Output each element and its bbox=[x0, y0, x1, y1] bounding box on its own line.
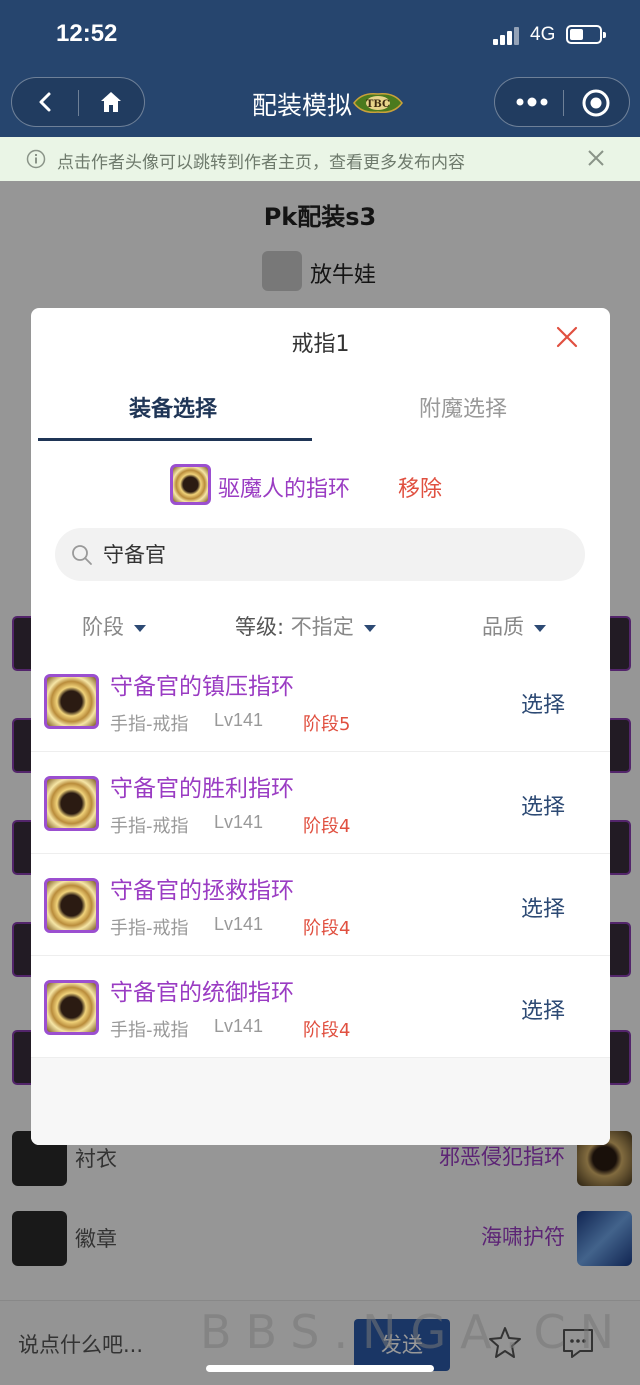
ring-icon bbox=[170, 464, 211, 505]
item-slot: 手指-戒指 bbox=[110, 816, 189, 837]
item-level: Lv141 bbox=[214, 914, 264, 934]
search-icon bbox=[72, 545, 92, 565]
list-item[interactable]: 守备官的拯救指环 手指-戒指 Lv141 阶段4 选择 bbox=[31, 854, 610, 956]
game-logo-icon: TBC bbox=[353, 92, 403, 114]
search-input[interactable] bbox=[103, 540, 563, 568]
item-level: Lv141 bbox=[214, 710, 264, 730]
level-filter-label: 等级: bbox=[235, 615, 285, 639]
home-indicator bbox=[206, 1365, 434, 1372]
item-name: 守备官的镇压指环 bbox=[110, 674, 294, 700]
nav-right-capsule bbox=[494, 77, 630, 127]
equip-select-modal: 戒指1 装备选择 附魔选择 驱魔人的指环 移除 阶段 等级: 不指定 品质 守备… bbox=[31, 308, 610, 1145]
nav-divider bbox=[563, 90, 564, 116]
top-bar: 12:52 4G 配装模拟 TBC bbox=[0, 0, 640, 137]
stage-filter[interactable]: 阶段 bbox=[82, 611, 146, 641]
item-slot: 手指-戒指 bbox=[110, 714, 189, 735]
signal-icon bbox=[493, 27, 519, 45]
more-icon[interactable] bbox=[515, 94, 549, 110]
caret-down-icon bbox=[134, 624, 146, 632]
current-equipped-item: 驱魔人的指环 移除 bbox=[170, 464, 490, 506]
caret-down-icon bbox=[363, 624, 376, 632]
battery-icon bbox=[566, 25, 606, 44]
select-button[interactable]: 选择 bbox=[521, 993, 565, 1025]
notice-banner: 点击作者头像可以跳转到作者主页，查看更多发布内容 bbox=[0, 137, 640, 181]
active-tab-indicator bbox=[38, 438, 312, 441]
tab-equipment[interactable]: 装备选择 bbox=[129, 391, 217, 423]
ring-icon bbox=[44, 980, 99, 1035]
svg-text:TBC: TBC bbox=[366, 99, 390, 110]
list-item[interactable]: 守备官的统御指环 手指-戒指 Lv141 阶段4 选择 bbox=[31, 956, 610, 1058]
modal-title: 戒指1 bbox=[291, 332, 350, 357]
item-level: Lv141 bbox=[214, 1016, 264, 1036]
ring-icon bbox=[44, 776, 99, 831]
select-button[interactable]: 选择 bbox=[521, 789, 565, 821]
network-type: 4G bbox=[530, 24, 556, 45]
close-icon[interactable] bbox=[555, 325, 579, 349]
item-stage: 阶段5 bbox=[303, 714, 351, 735]
stage-filter-label: 阶段 bbox=[82, 615, 124, 639]
target-icon[interactable] bbox=[581, 88, 611, 118]
modal-footer bbox=[31, 1058, 610, 1145]
item-name: 守备官的胜利指环 bbox=[110, 776, 294, 802]
caret-down-icon bbox=[534, 624, 546, 632]
tab-enchant[interactable]: 附魔选择 bbox=[419, 391, 507, 423]
remove-button[interactable]: 移除 bbox=[398, 471, 442, 503]
item-name: 守备官的统御指环 bbox=[110, 980, 294, 1006]
status-time: 12:52 bbox=[56, 20, 118, 47]
select-button[interactable]: 选择 bbox=[521, 687, 565, 719]
quality-filter-label: 品质 bbox=[482, 615, 524, 639]
item-name: 守备官的拯救指环 bbox=[110, 878, 294, 904]
item-stage: 阶段4 bbox=[303, 816, 351, 837]
quality-filter[interactable]: 品质 bbox=[482, 611, 546, 641]
level-filter-value: 不指定 bbox=[290, 615, 354, 639]
search-box[interactable] bbox=[55, 528, 585, 581]
select-button[interactable]: 选择 bbox=[521, 891, 565, 923]
ring-icon bbox=[44, 878, 99, 933]
level-filter[interactable]: 等级: 不指定 bbox=[235, 611, 376, 641]
list-item[interactable]: 守备官的镇压指环 手指-戒指 Lv141 阶段5 选择 bbox=[31, 650, 610, 752]
close-icon[interactable] bbox=[587, 149, 605, 167]
item-level: Lv141 bbox=[214, 812, 264, 832]
item-stage: 阶段4 bbox=[303, 1020, 351, 1041]
notice-text: 点击作者头像可以跳转到作者主页，查看更多发布内容 bbox=[57, 153, 465, 173]
item-stage: 阶段4 bbox=[303, 918, 351, 939]
ring-icon bbox=[44, 674, 99, 729]
item-slot: 手指-戒指 bbox=[110, 1020, 189, 1041]
item-slot: 手指-戒指 bbox=[110, 918, 189, 939]
list-item[interactable]: 守备官的胜利指环 手指-戒指 Lv141 阶段4 选择 bbox=[31, 752, 610, 854]
current-item-name[interactable]: 驱魔人的指环 bbox=[218, 471, 350, 503]
info-icon bbox=[26, 149, 46, 169]
